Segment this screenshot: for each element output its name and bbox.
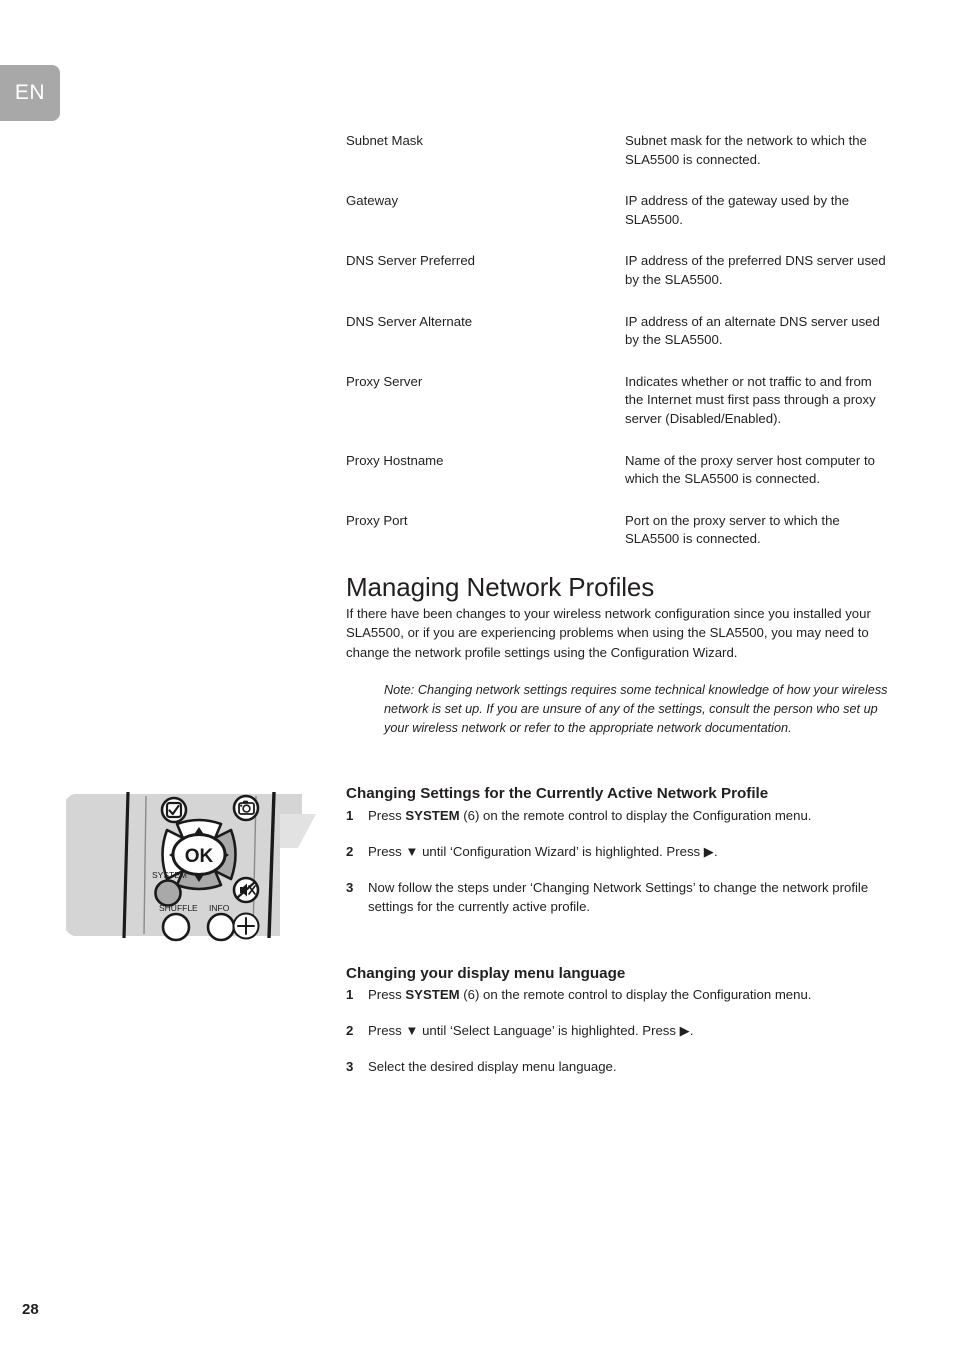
- page-content: Subnet Mask Subnet mask for the network …: [346, 132, 892, 1076]
- step-text-emphasis: SYSTEM: [405, 987, 460, 1003]
- setting-term: Subnet Mask: [346, 133, 423, 148]
- setting-description: Name of the proxy server host computer t…: [625, 452, 875, 487]
- step-number: 1: [346, 807, 354, 823]
- step-text: Now follow the steps under ‘Changing Net…: [368, 878, 892, 916]
- table-row: DNS Server Alternate IP address of an al…: [346, 313, 892, 350]
- table-row: Subnet Mask Subnet mask for the network …: [346, 132, 892, 169]
- setting-description: Port on the proxy server to which the SL…: [625, 512, 840, 547]
- table-row: Proxy Port Port on the proxy server to w…: [346, 512, 892, 549]
- step-text: Press SYSTEM (6) on the remote control t…: [368, 806, 892, 825]
- list-item: 2 Press ▼ until ‘Configuration Wizard’ i…: [346, 842, 892, 861]
- step-text: Press ▼ until ‘Configuration Wizard’ is …: [368, 842, 892, 861]
- step-number: 3: [346, 1059, 354, 1075]
- setting-term: Proxy Hostname: [346, 452, 444, 468]
- step-text: Press ▼ until ‘Select Language’ is highl…: [368, 1021, 892, 1040]
- step-number: 1: [346, 987, 354, 1003]
- step-number: 2: [346, 843, 354, 859]
- intro-paragraph: If there have been changes to your wirel…: [346, 605, 871, 660]
- setting-description: IP address of the gateway used by the SL…: [625, 193, 850, 227]
- language-tab-label: EN: [14, 81, 46, 104]
- steps-list: 1 Press SYSTEM (6) on the remote control…: [346, 985, 892, 1076]
- setting-term: DNS Server Preferred: [346, 253, 475, 269]
- ok-button-label: OK: [185, 846, 214, 867]
- step-text-before: Select the desired display menu language…: [368, 1059, 617, 1075]
- list-item: 3 Select the desired display menu langua…: [346, 1057, 892, 1076]
- step-text-before: Press ▼ until ‘Select Language’ is highl…: [368, 1023, 694, 1039]
- section-display-language: Changing your display menu language 1 Pr…: [346, 964, 892, 1077]
- steps-list: 1 Press SYSTEM (6) on the remote control…: [346, 806, 892, 916]
- table-row: DNS Server Preferred IP address of the p…: [346, 252, 892, 289]
- language-tab: EN: [0, 65, 60, 121]
- setting-description: Indicates whether or not traffic to and …: [625, 373, 876, 426]
- list-item: 2 Press ▼ until ‘Select Language’ is hig…: [346, 1021, 892, 1040]
- step-text: Select the desired display menu language…: [368, 1057, 892, 1076]
- step-text-before: Now follow the steps under ‘Changing Net…: [368, 879, 869, 914]
- system-button-label: SYSTEM: [152, 870, 187, 880]
- step-text-before: Press ▼ until ‘Configuration Wizard’ is …: [368, 843, 718, 859]
- setting-term: Gateway: [346, 193, 399, 209]
- network-settings-table: Subnet Mask Subnet mask for the network …: [346, 132, 892, 549]
- step-text-emphasis: SYSTEM: [405, 807, 460, 823]
- checkbox-icon: [160, 796, 188, 824]
- ok-button[interactable]: OK: [171, 833, 227, 876]
- list-item: 3 Now follow the steps under ‘Changing N…: [346, 878, 892, 916]
- setting-description: Subnet mask for the network to which the…: [625, 133, 867, 167]
- table-row: Gateway IP address of the gateway used b…: [346, 192, 892, 229]
- setting-term: DNS Server Alternate: [346, 313, 473, 329]
- step-text-after: (6) on the remote control to display the…: [459, 987, 812, 1003]
- shuffle-button-label: SHUFFLE: [159, 903, 198, 913]
- step-number: 3: [346, 879, 354, 895]
- setting-term: Proxy Server: [346, 373, 423, 389]
- step-text-before: Press: [368, 987, 406, 1003]
- step-text-after: (6) on the remote control to display the…: [459, 807, 812, 823]
- step-text: Press SYSTEM (6) on the remote control t…: [368, 985, 892, 1004]
- mute-icon[interactable]: [232, 876, 260, 904]
- remote-control-illustration: OK SYSTEM SHUFFLE INFO: [66, 786, 332, 944]
- list-item: 1 Press SYSTEM (6) on the remote control…: [346, 985, 892, 1004]
- info-button-label: INFO: [209, 903, 230, 913]
- table-row: Proxy Server Indicates whether or not tr…: [346, 373, 892, 429]
- note-text: Note: Changing network settings requires…: [384, 683, 888, 736]
- page-number: 28: [22, 1301, 39, 1318]
- camera-icon: [232, 794, 260, 822]
- section-active-profile: Changing Settings for the Currently Acti…: [346, 784, 892, 916]
- step-number: 2: [346, 1023, 354, 1039]
- setting-term: Proxy Port: [346, 512, 408, 528]
- step-text-before: Press: [368, 807, 406, 823]
- list-item: 1 Press SYSTEM (6) on the remote control…: [346, 806, 892, 825]
- setting-description: IP address of an alternate DNS server us…: [625, 313, 880, 348]
- plus-icon[interactable]: [232, 912, 260, 940]
- setting-description: IP address of the preferred DNS server u…: [625, 253, 886, 287]
- section-heading: Changing your display menu language: [346, 964, 626, 982]
- page-title: Managing Network Profiles: [346, 571, 655, 602]
- section-heading: Changing Settings for the Currently Acti…: [346, 785, 769, 803]
- table-row: Proxy Hostname Name of the proxy server …: [346, 452, 892, 489]
